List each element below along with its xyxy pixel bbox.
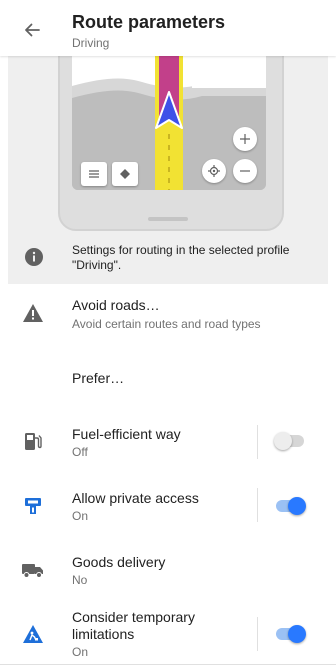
info-icon	[25, 248, 43, 266]
phone-illustration	[58, 56, 284, 231]
goods-delivery-status: No	[72, 573, 88, 587]
avoid-roads-title: Avoid roads…	[72, 297, 160, 313]
private-access-status: On	[72, 509, 89, 523]
minus-icon	[240, 170, 250, 172]
avoid-roads-subtitle: Avoid certain routes and road types	[72, 317, 261, 331]
goods-delivery-row[interactable]: Goods delivery No	[0, 546, 336, 594]
temp-limitations-title-line1: Consider temporary	[72, 609, 195, 625]
fuel-efficient-status: Off	[72, 445, 88, 459]
back-button[interactable]	[16, 14, 48, 46]
map-screen	[72, 56, 266, 190]
fuel-efficient-toggle[interactable]	[274, 431, 306, 451]
warning-icon	[22, 302, 44, 324]
temp-limitations-toggle[interactable]	[274, 624, 306, 644]
truck-icon	[22, 559, 44, 581]
route-preview	[8, 56, 328, 236]
avoid-roads-row[interactable]: Avoid roads… Avoid certain routes and ro…	[0, 290, 336, 346]
directions-map-button	[112, 162, 138, 186]
fuel-efficient-row[interactable]: Fuel-efficient way Off	[0, 418, 336, 466]
road-works-icon	[22, 623, 44, 645]
toggle-thumb	[288, 625, 306, 643]
private-access-row[interactable]: Allow private access On	[0, 482, 336, 530]
zoom-out-map-button	[233, 159, 257, 183]
divider	[257, 425, 258, 459]
private-access-title: Allow private access	[72, 490, 199, 506]
info-text: Settings for routing in the selected pro…	[72, 243, 290, 272]
zoom-in-map-button	[233, 127, 257, 151]
private-access-icon	[22, 495, 44, 517]
directions-icon	[120, 169, 130, 179]
toggle-thumb	[274, 432, 292, 450]
info-banner: Settings for routing in the selected pro…	[8, 236, 328, 284]
location-target-icon	[208, 165, 220, 177]
my-location-map-button	[202, 159, 226, 183]
prefer-title: Prefer…	[72, 370, 125, 386]
menu-icon	[89, 170, 99, 178]
fuel-efficient-title: Fuel-efficient way	[72, 426, 181, 442]
divider	[257, 488, 258, 522]
bottom-divider	[0, 664, 336, 665]
fuel-pump-icon	[22, 430, 44, 452]
divider	[257, 617, 258, 651]
prefer-row[interactable]: Prefer…	[0, 356, 336, 400]
goods-delivery-title: Goods delivery	[72, 554, 166, 570]
profile-subtitle: Driving	[72, 36, 110, 50]
app-bar: Route parameters Driving	[0, 0, 336, 56]
page-title: Route parameters	[72, 12, 226, 32]
arrow-left-icon	[25, 23, 40, 37]
temp-limitations-row[interactable]: Consider temporary limitations On	[0, 606, 336, 664]
temp-limitations-status: On	[72, 645, 89, 659]
phone-home-bar	[148, 217, 188, 221]
menu-map-button	[81, 162, 107, 186]
private-access-toggle[interactable]	[274, 496, 306, 516]
temp-limitations-title-line2: limitations	[72, 626, 135, 642]
plus-icon	[240, 134, 250, 144]
toggle-thumb	[288, 497, 306, 515]
